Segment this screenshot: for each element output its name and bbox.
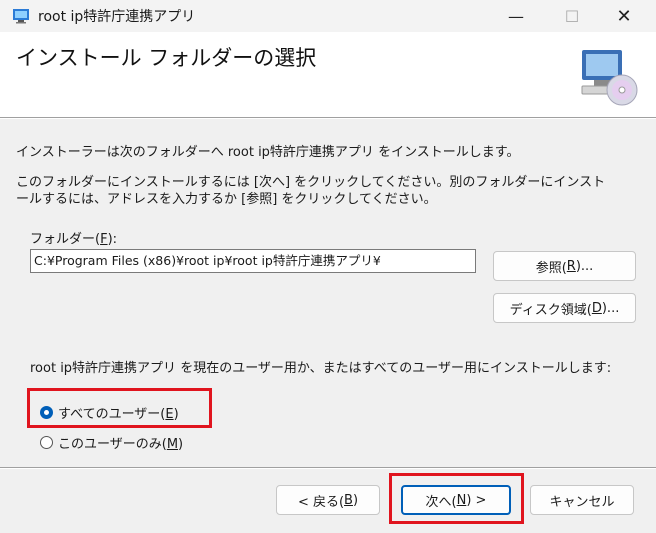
window-title: root ip特許庁連携アプリ (38, 9, 196, 25)
instruction-text-line2: ールするには、アドレスを入力するか [参照] をクリックしてください。 (16, 192, 437, 207)
close-icon: ✕ (616, 5, 632, 27)
highlight-next-button-box (389, 473, 524, 524)
computer-cd-icon (581, 50, 638, 106)
minimize-button[interactable]: — (488, 0, 544, 32)
intro-text: インストーラーは次のフォルダーへ root ip特許庁連携アプリ をインストール… (16, 145, 520, 160)
footer-separator (0, 467, 656, 469)
radio-this-user-label: このユーザーのみ(M) (58, 437, 184, 452)
page-title: インストール フォルダーの選択 (16, 46, 317, 70)
minimize-icon: — (508, 6, 524, 26)
browse-button[interactable]: 参照(R)... (493, 251, 636, 281)
maximize-icon: ☐ (564, 6, 580, 26)
folder-path-input[interactable]: C:¥Program Files (x86)¥root ip¥root ip特許… (30, 249, 476, 273)
close-button[interactable]: ✕ (596, 0, 652, 32)
back-button[interactable]: < 戻る(B) (276, 485, 380, 515)
disk-space-button[interactable]: ディスク領域(D)... (493, 293, 636, 323)
highlight-all-users-box (27, 388, 212, 428)
radio-this-user[interactable]: このユーザーのみ(M) (40, 433, 183, 452)
maximize-button: ☐ (544, 0, 600, 32)
radio-unselected-icon (40, 436, 53, 449)
cancel-button[interactable]: キャンセル (530, 485, 634, 515)
header-separator (0, 117, 656, 119)
title-bar: root ip特許庁連携アプリ — ☐ ✕ (0, 0, 656, 32)
header-banner: インストール フォルダーの選択 (0, 32, 656, 118)
folder-label: フォルダー(F): (30, 232, 118, 247)
installer-app-icon (13, 9, 29, 24)
install-scope-question: root ip特許庁連携アプリ を現在のユーザー用か、またはすべてのユーザー用に… (30, 361, 612, 376)
